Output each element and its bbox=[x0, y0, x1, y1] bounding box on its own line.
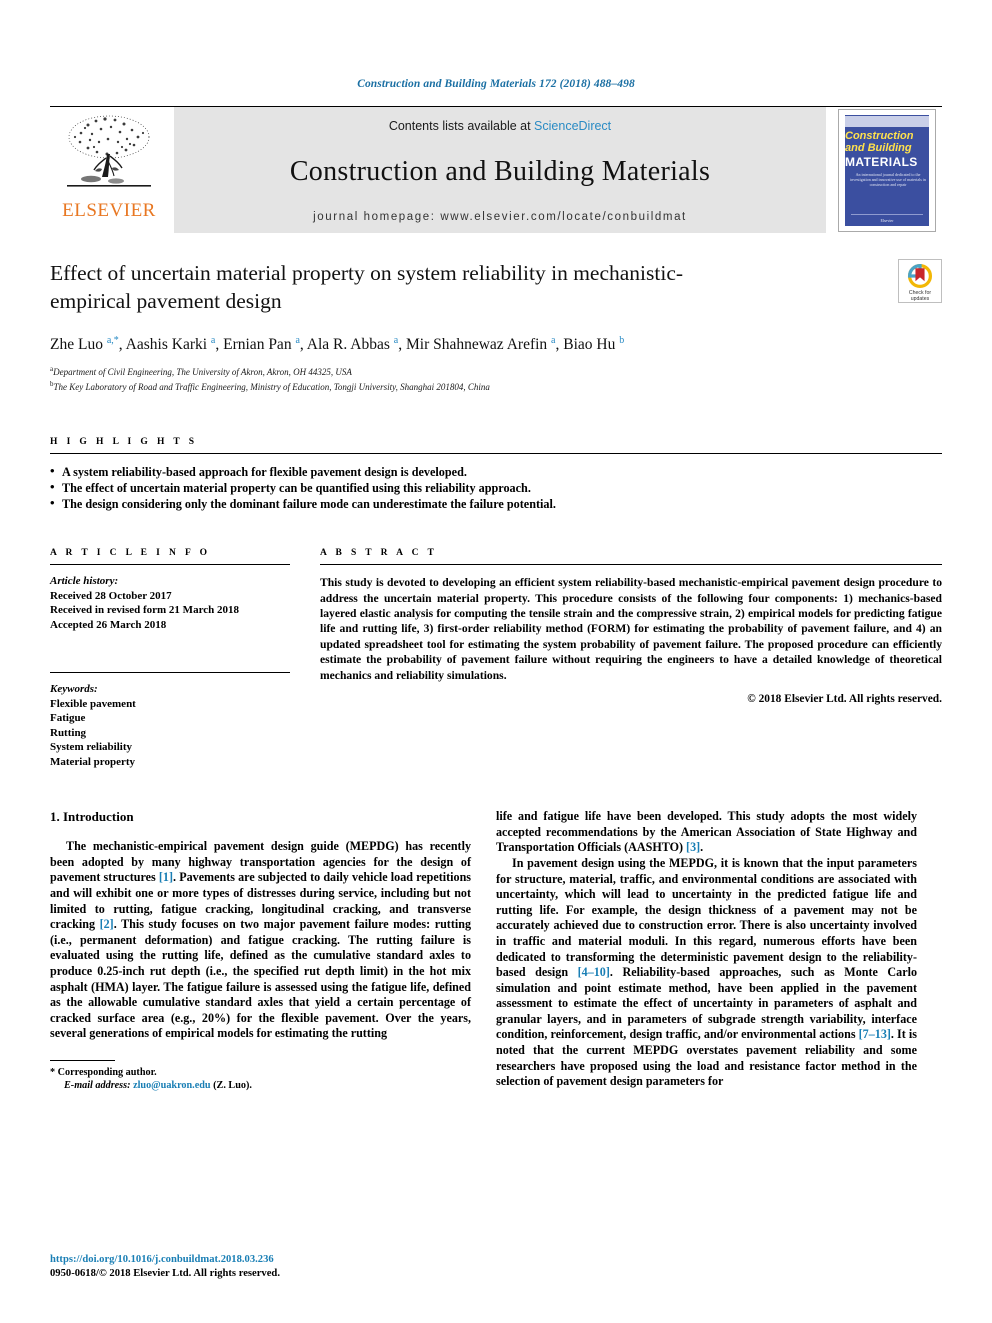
abstract-rule bbox=[320, 564, 942, 566]
article-history-revised: Received in revised form 21 March 2018 bbox=[50, 604, 239, 617]
keyword-item: Rutting bbox=[50, 726, 87, 739]
article-info-column: A R T I C L E I N F O Article history: R… bbox=[50, 548, 290, 769]
masthead-center: Contents lists available at ScienceDirec… bbox=[174, 107, 826, 233]
footnote-rule bbox=[50, 1059, 115, 1061]
elsevier-logo-block: ELSEVIER bbox=[50, 107, 168, 233]
affiliation-a: aDepartment of Civil Engineering, The Un… bbox=[50, 365, 352, 378]
page-title: Effect of uncertain material property on… bbox=[50, 261, 684, 313]
article-info-heading: A R T I C L E I N F O bbox=[50, 548, 211, 559]
keyword-item: Flexible pavement bbox=[50, 697, 136, 710]
highlights-heading: H I G H L I G H T S bbox=[50, 437, 198, 448]
list-item: The design considering only the dominant… bbox=[50, 495, 942, 512]
crossmark-label: Check for updates bbox=[908, 290, 932, 302]
paragraph-intro-right-1: life and fatigue life have been develope… bbox=[496, 809, 917, 855]
keyword-item: Fatigue bbox=[50, 712, 86, 725]
article-history-block: Article history: Received 28 October 201… bbox=[50, 574, 290, 632]
contents-prefix: Contents lists available at bbox=[388, 119, 535, 133]
running-head: Construction and Building Materials 172 … bbox=[357, 78, 635, 90]
issn-copyright: 0950-0618/© 2018 Elsevier Ltd. All right… bbox=[50, 1268, 280, 1279]
page-footer: https://doi.org/10.1016/j.conbuildmat.20… bbox=[50, 1253, 471, 1281]
journal-cover-block: Construction and Building MATERIALS An i… bbox=[832, 107, 942, 233]
footnote-email-line: E-mail address: zluo@uakron.edu (Z. Luo)… bbox=[50, 1079, 471, 1093]
abstract-heading: A B S T R A C T bbox=[320, 548, 438, 559]
paragraph-intro-right-2: In pavement design using the MEPDG, it i… bbox=[496, 855, 917, 1089]
list-item: The effect of uncertain material propert… bbox=[50, 479, 942, 496]
sciencedirect-link[interactable]: ScienceDirect bbox=[534, 119, 611, 133]
elsevier-wordmark: ELSEVIER bbox=[62, 200, 156, 221]
highlights-section: H I G H L I G H T S A system reliability… bbox=[50, 437, 942, 512]
footnote-email-label: E-mail address: bbox=[64, 1080, 131, 1092]
footnote-email-suffix: (Z. Luo). bbox=[213, 1080, 252, 1092]
abstract-copyright: © 2018 Elsevier Ltd. All rights reserved… bbox=[747, 693, 942, 705]
list-item: A system reliability-based approach for … bbox=[50, 463, 942, 480]
body-column-right: life and fatigue life have been develope… bbox=[496, 809, 917, 1093]
body-columns: 1. Introduction The mechanistic-empirica… bbox=[0, 809, 992, 1093]
article-history-received: Received 28 October 2017 bbox=[50, 589, 172, 602]
footnote-corresponding-author: * Corresponding author. bbox=[50, 1066, 157, 1078]
citation-ref-1[interactable]: [1] bbox=[159, 870, 173, 884]
doi-link[interactable]: https://doi.org/10.1016/j.conbuildmat.20… bbox=[50, 1253, 471, 1267]
info-abstract-section: A R T I C L E I N F O Article history: R… bbox=[0, 548, 992, 769]
abstract-column: A B S T R A C T This study is devoted to… bbox=[320, 548, 942, 769]
article-info-rule bbox=[50, 564, 290, 566]
paper-page: Construction and Building Materials 172 … bbox=[0, 0, 992, 1323]
citation-ref-2[interactable]: [2] bbox=[100, 917, 114, 931]
keyword-item: System reliability bbox=[50, 741, 132, 754]
author-list: Zhe Luo a,*, Aashis Karki a, Ernian Pan … bbox=[50, 335, 625, 354]
article-history-label: Article history: bbox=[50, 575, 119, 588]
keywords-block: Keywords: Flexible pavement Fatigue Rutt… bbox=[50, 672, 290, 769]
footnote-email-link[interactable]: zluo@uakron.edu bbox=[133, 1080, 211, 1091]
citation-ref-4-10[interactable]: [4–10] bbox=[578, 965, 610, 979]
journal-masthead: ELSEVIER Contents lists available at Sci… bbox=[50, 106, 942, 233]
journal-cover-thumbnail: Construction and Building MATERIALS An i… bbox=[838, 108, 936, 232]
highlights-rule bbox=[50, 453, 942, 455]
cover-title-line1: Construction and Building bbox=[845, 129, 914, 154]
highlights-list: A system reliability-based approach for … bbox=[50, 463, 942, 512]
title-area: Effect of uncertain material property on… bbox=[50, 259, 942, 393]
cover-blurb: An international journal dedicated to th… bbox=[850, 171, 926, 187]
crossmark-badge[interactable]: Check for updates bbox=[898, 259, 942, 303]
cover-title-line3: MATERIALS bbox=[845, 154, 918, 169]
abstract-text: This study is devoted to developing an e… bbox=[320, 576, 942, 682]
body-column-left: 1. Introduction The mechanistic-empirica… bbox=[50, 809, 471, 1093]
footnote-block: * Corresponding author. E-mail address: … bbox=[50, 1059, 471, 1093]
keywords-label: Keywords: bbox=[50, 683, 98, 696]
contents-available-line: Contents lists available at ScienceDirec… bbox=[389, 119, 611, 133]
affiliation-b: bThe Key Laboratory of Road and Traffic … bbox=[50, 379, 490, 392]
section-title-introduction: 1. Introduction bbox=[50, 809, 134, 825]
crossmark-icon bbox=[907, 263, 933, 289]
citation-ref-3[interactable]: [3] bbox=[686, 840, 700, 854]
citation-ref-7-13[interactable]: [7–13] bbox=[859, 1027, 891, 1041]
keyword-item: Material property bbox=[50, 755, 136, 768]
article-history-accepted: Accepted 26 March 2018 bbox=[50, 618, 167, 631]
paragraph-intro-left: The mechanistic-empirical pavement desig… bbox=[50, 839, 472, 1041]
elsevier-tree-icon bbox=[67, 115, 151, 187]
journal-title: Construction and Building Materials bbox=[289, 156, 711, 187]
cover-footer: Elsevier bbox=[851, 213, 923, 223]
journal-homepage-link[interactable]: journal homepage: www.elsevier.com/locat… bbox=[313, 211, 687, 223]
